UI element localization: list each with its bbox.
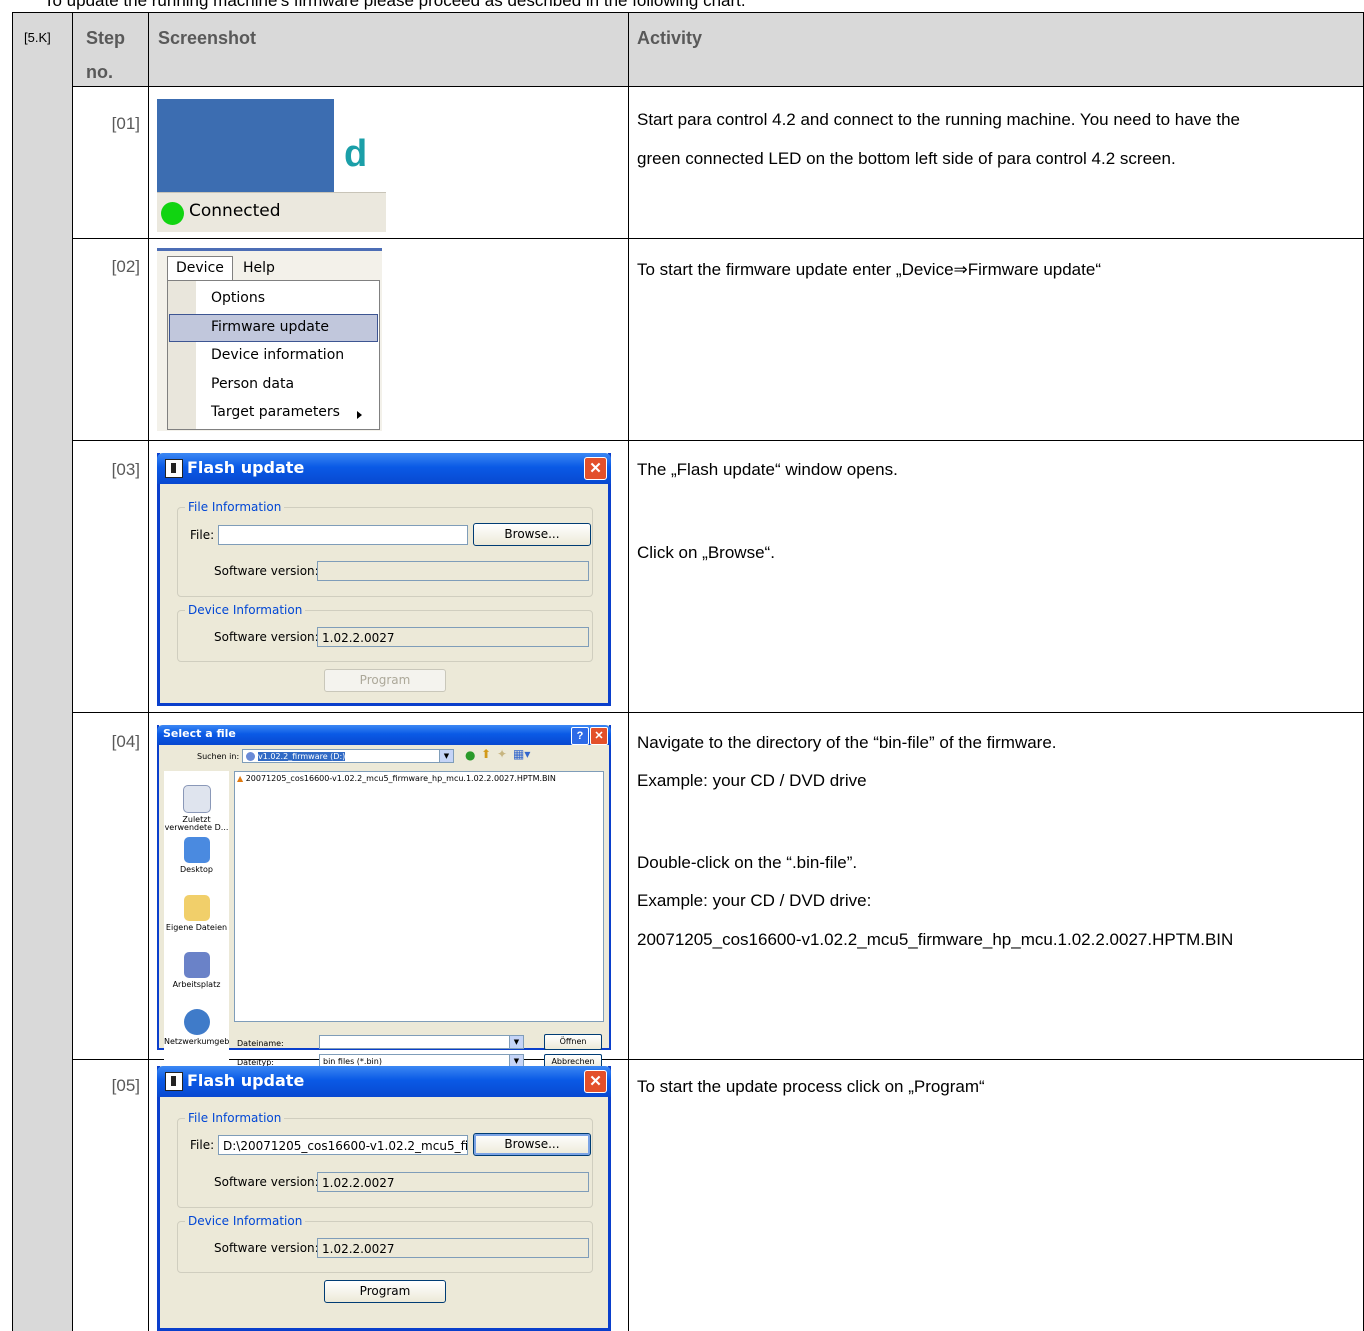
look-in-label: Suchen in: xyxy=(197,752,240,761)
section-id: [5.K] xyxy=(24,30,51,45)
section-column xyxy=(12,12,72,1331)
software-version-label: Software version: xyxy=(214,564,319,578)
header-screenshot: Screenshot xyxy=(158,28,257,48)
group-label: File Information xyxy=(185,500,285,514)
program-button[interactable]: Program xyxy=(324,1280,446,1303)
header-step: Step xyxy=(86,28,126,48)
close-icon[interactable]: ✕ xyxy=(584,1070,607,1093)
place-recent[interactable]: Zuletzt verwendete D... xyxy=(164,785,229,833)
step-number: [05] xyxy=(111,1076,140,1095)
places-bar: Zuletzt verwendete D... Desktop Eigene D… xyxy=(164,771,229,1091)
intro-text: To update the running machine's firmware… xyxy=(44,0,746,10)
title-bar: Select a file ? ✕ xyxy=(157,725,611,745)
chevron-down-icon: ▼ xyxy=(439,750,453,762)
place-network[interactable]: Netzwerkumgeb xyxy=(164,1009,229,1046)
flash-update-window: Flash update ✕ File Information File: D:… xyxy=(157,1066,611,1331)
window-title: Flash update xyxy=(187,1071,305,1090)
software-version-label: Software version: xyxy=(214,1175,319,1189)
activity-text: Double-click on the “.bin-file”. xyxy=(637,853,858,872)
header-activity: Activity xyxy=(637,28,703,48)
file-field[interactable]: D:\20071205_cos16600-v1.02.2_mcu5_firmw xyxy=(218,1135,468,1155)
file-information-group xyxy=(177,1118,593,1208)
device-software-version-label: Software version: xyxy=(214,1241,319,1255)
logo: d xyxy=(334,99,386,192)
title-bar: Flash update ✕ xyxy=(157,1066,611,1097)
window-title: Flash update xyxy=(187,458,305,477)
menu-help[interactable]: Help xyxy=(243,260,275,276)
activity-text: green connected LED on the bottom left s… xyxy=(637,149,1176,168)
submenu-arrow-icon xyxy=(357,411,362,419)
window-title: Select a file xyxy=(163,727,236,740)
up-folder-icon[interactable]: ⬆ xyxy=(481,747,491,761)
close-icon[interactable]: ✕ xyxy=(590,727,608,745)
file-information-group xyxy=(177,507,593,597)
menu-item-firmware-update[interactable]: Firmware update xyxy=(211,319,329,335)
device-software-version-field: 1.02.2.0027 xyxy=(317,627,589,647)
menu-item-person-data[interactable]: Person data xyxy=(211,376,294,392)
program-button[interactable]: Program xyxy=(324,669,446,692)
menu-item-device-information[interactable]: Device information xyxy=(211,347,344,363)
app-icon xyxy=(165,459,183,478)
browse-button[interactable]: Browse... xyxy=(473,523,591,546)
group-label: Device Information xyxy=(185,1214,306,1228)
device-dropdown: Options Firmware update Device informati… xyxy=(167,280,380,430)
app-icon xyxy=(165,1072,183,1091)
close-icon[interactable]: ✕ xyxy=(584,457,607,480)
header-row xyxy=(72,12,1364,86)
title-bar: Flash update ✕ xyxy=(157,453,611,484)
activity-text: To start the firmware update enter „Devi… xyxy=(637,260,1101,279)
activity-text: Example: your CD / DVD drive: xyxy=(637,891,872,910)
device-software-version-label: Software version: xyxy=(214,630,319,644)
activity-text: To start the update process click on „Pr… xyxy=(637,1077,985,1096)
place-desktop[interactable]: Desktop xyxy=(164,837,229,874)
views-menu-icon[interactable]: ▦▾ xyxy=(513,747,530,761)
activity-text: 20071205_cos16600-v1.02.2_mcu5_firmware_… xyxy=(637,930,1234,949)
software-version-field xyxy=(317,561,589,581)
place-my-documents[interactable]: Eigene Dateien xyxy=(164,895,229,932)
activity-text: Click on „Browse“. xyxy=(637,543,775,562)
new-folder-icon[interactable]: ✦ xyxy=(497,747,507,761)
vlc-file-icon: ▲ xyxy=(237,774,244,783)
connection-status: Connected xyxy=(189,201,281,221)
file-label: File: xyxy=(190,1138,215,1152)
connected-screenshot: d Connected xyxy=(157,99,386,232)
device-software-version-field: 1.02.2.0027 xyxy=(317,1238,589,1258)
place-my-computer[interactable]: Arbeitsplatz xyxy=(164,952,229,989)
file-item[interactable]: ▲ 20071205_cos16600-v1.02.2_mcu5_firmwar… xyxy=(237,774,556,783)
look-in-combo[interactable]: v1.02.2_firmware (D:) ▼ xyxy=(242,749,454,763)
browse-button[interactable]: Browse... xyxy=(473,1133,591,1156)
connected-led-icon xyxy=(161,202,184,225)
select-file-dialog: Select a file ? ✕ Suchen in: v1.02.2_fir… xyxy=(157,725,611,1091)
file-label: File: xyxy=(190,528,215,542)
group-label: Device Information xyxy=(185,603,306,617)
filename-combo[interactable]: ▼ xyxy=(319,1035,524,1049)
back-icon[interactable]: ● xyxy=(465,748,475,762)
menu-item-options[interactable]: Options xyxy=(211,290,265,306)
step-number: [04] xyxy=(111,732,140,751)
step-number: [03] xyxy=(111,460,140,479)
flash-update-window: Flash update ✕ File Information File: Br… xyxy=(157,453,611,706)
chevron-down-icon: ▼ xyxy=(509,1036,523,1048)
software-version-field: 1.02.2.0027 xyxy=(317,1172,589,1192)
step-number: [02] xyxy=(111,257,140,276)
header-step-no: no. xyxy=(86,62,113,82)
activity-text: Navigate to the directory of the “bin-fi… xyxy=(637,733,1057,752)
open-button[interactable]: Öffnen xyxy=(544,1034,602,1050)
file-field[interactable] xyxy=(218,525,468,545)
group-label: File Information xyxy=(185,1111,285,1125)
file-list[interactable]: ▲ 20071205_cos16600-v1.02.2_mcu5_firmwar… xyxy=(234,771,604,1022)
menu-item-target-parameters[interactable]: Target parameters xyxy=(211,404,340,420)
activity-text: Start para control 4.2 and connect to th… xyxy=(637,110,1240,129)
filename-label: Dateiname: xyxy=(237,1039,284,1048)
activity-text: The „Flash update“ window opens. xyxy=(637,460,898,479)
menu-device[interactable]: Device xyxy=(167,256,233,281)
help-icon[interactable]: ? xyxy=(571,727,589,745)
device-menu-screenshot: Device Help Options Firmware update Devi… xyxy=(157,248,382,431)
activity-text: Example: your CD / DVD drive xyxy=(637,771,867,790)
step-number: [01] xyxy=(111,114,140,133)
